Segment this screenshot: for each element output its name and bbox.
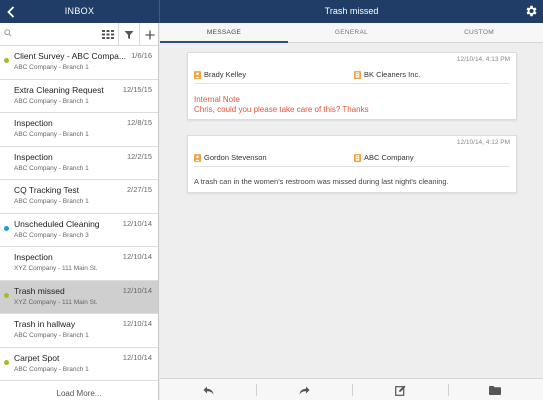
item-title: Carpet Spot xyxy=(14,352,60,363)
list-item[interactable]: Client Survey - ABC Compa... 1/6/16 ABC … xyxy=(0,46,158,80)
item-subtitle: ABC Company - Branch 1 xyxy=(14,131,89,138)
folder-button[interactable] xyxy=(447,379,543,400)
item-subtitle: ABC Company - Branch 1 xyxy=(14,64,89,71)
filter-icon xyxy=(124,30,134,39)
message-sender[interactable]: Brady Kelley xyxy=(194,70,246,79)
message-company[interactable]: ABC Company xyxy=(354,153,414,162)
list-item[interactable]: Extra Cleaning Request 12/15/15 ABC Comp… xyxy=(0,79,158,113)
item-date: 12/8/15 xyxy=(126,118,152,127)
list-item[interactable]: Trash in hallway 12/10/14 ABC Company - … xyxy=(0,314,158,348)
item-title: Extra Cleaning Request xyxy=(14,84,104,95)
person-icon xyxy=(194,70,201,79)
company-name: ABC Company xyxy=(364,153,414,162)
app-window: INBOX Trash missed Client Survey - ABC C… xyxy=(0,0,543,400)
message-timestamp: 12/10/14, 4:12 PM xyxy=(456,139,510,146)
top-bar: INBOX Trash missed xyxy=(0,0,543,23)
message-body: A trash can in the women's restroom was … xyxy=(194,177,449,186)
detail-tabs: MESSAGE GENERAL CUSTOM xyxy=(160,23,543,43)
reply-icon xyxy=(203,386,213,394)
tab-message[interactable]: MESSAGE xyxy=(160,23,288,43)
search-toolbar xyxy=(0,23,158,46)
unread-dot xyxy=(4,359,9,365)
search-input[interactable] xyxy=(14,26,94,43)
load-more-link[interactable]: Load More... xyxy=(0,381,158,400)
list-item[interactable]: Inspection 12/10/14 XYZ Company - 111 Ma… xyxy=(0,247,158,281)
item-title: Client Survey - ABC Compa... xyxy=(14,51,126,61)
message-company[interactable]: BK Cleaners Inc. xyxy=(354,70,420,79)
forward-icon xyxy=(299,386,309,394)
action-bar xyxy=(160,378,543,400)
unread-dot xyxy=(4,225,9,231)
item-subtitle: ABC Company - Branch 1 xyxy=(14,332,89,339)
item-title: Trash missed xyxy=(14,285,65,296)
item-title: Unscheduled Cleaning xyxy=(14,218,100,229)
item-date: 12/10/14 xyxy=(122,285,152,295)
grid-view-icon xyxy=(101,30,114,39)
inbox-sidebar: Client Survey - ABC Compa... 1/6/16 ABC … xyxy=(0,23,159,400)
gear-icon[interactable] xyxy=(524,4,538,18)
building-icon xyxy=(354,153,361,162)
search-icon xyxy=(4,29,12,37)
unread-dot xyxy=(4,58,9,63)
tab-general[interactable]: GENERAL xyxy=(288,23,415,43)
item-date: 12/10/14 xyxy=(122,218,152,228)
card-divider xyxy=(194,166,510,167)
unread-dot xyxy=(4,292,9,298)
edit-icon xyxy=(394,385,405,396)
add-icon xyxy=(145,30,155,39)
list-item[interactable]: CQ Tracking Test 2/27/15 ABC Company - B… xyxy=(0,180,158,214)
company-name: BK Cleaners Inc. xyxy=(364,70,421,79)
item-title: Inspection xyxy=(14,151,53,162)
sender-name: Brady Kelley xyxy=(204,70,247,79)
internal-note-label: Internal Note xyxy=(194,95,240,104)
item-subtitle: ABC Company - Branch 1 xyxy=(14,198,89,205)
tab-custom[interactable]: CUSTOM xyxy=(415,23,543,43)
sender-name: Gordon Stevenson xyxy=(204,153,267,162)
list-item-selected[interactable]: Trash missed 12/10/14 XYZ Company - 111 … xyxy=(0,280,158,314)
item-subtitle: ABC Company - Branch 1 xyxy=(14,164,89,172)
folder-icon xyxy=(489,385,501,395)
grid-view-button[interactable] xyxy=(97,23,118,46)
item-date: 12/15/15 xyxy=(122,84,152,94)
item-date: 12/10/14 xyxy=(122,352,152,362)
item-subtitle: ABC Company - Branch 1 xyxy=(14,365,89,373)
item-subtitle: ABC Company - Branch 3 xyxy=(14,231,89,239)
message-timestamp: 12/10/14, 4:13 PM xyxy=(456,56,510,63)
item-date: 12/10/14 xyxy=(122,319,152,328)
active-tab-indicator xyxy=(160,41,288,43)
inbox-list: Client Survey - ABC Compa... 1/6/16 ABC … xyxy=(0,46,158,381)
card-divider xyxy=(194,83,510,84)
list-item[interactable]: Inspection 12/2/15 ABC Company - Branch … xyxy=(0,146,158,180)
list-item[interactable]: Unscheduled Cleaning 12/10/14 ABC Compan… xyxy=(0,213,158,247)
message-card: 12/10/14, 4:12 PM Gordon Stevenson ABC C… xyxy=(187,135,517,193)
filter-button[interactable] xyxy=(118,23,139,46)
item-title: Inspection xyxy=(14,252,53,262)
building-icon xyxy=(354,70,361,79)
item-title: Inspection xyxy=(14,118,53,128)
reply-button[interactable] xyxy=(160,379,256,400)
message-title: Trash missed xyxy=(324,6,379,16)
inbox-title: INBOX xyxy=(64,6,95,16)
item-date: 12/2/15 xyxy=(126,151,152,161)
item-date: 2/27/15 xyxy=(126,185,152,194)
item-subtitle: ABC Company - Branch 1 xyxy=(14,97,89,105)
list-item[interactable]: Carpet Spot 12/10/14 ABC Company - Branc… xyxy=(0,347,158,381)
edit-button[interactable] xyxy=(352,379,448,400)
item-title: Trash in hallway xyxy=(14,319,76,329)
person-icon xyxy=(194,153,201,162)
message-sender[interactable]: Gordon Stevenson xyxy=(194,153,267,162)
item-title: CQ Tracking Test xyxy=(14,185,80,195)
message-detail: MESSAGE GENERAL CUSTOM 12/10/14, 4:13 PM… xyxy=(160,23,543,400)
item-date: 1/6/16 xyxy=(131,51,152,60)
message-card: 12/10/14, 4:13 PM Brady Kelley BK Cleane… xyxy=(187,52,517,120)
add-button[interactable] xyxy=(139,23,160,46)
message-body: Chris, could you please take care of thi… xyxy=(194,105,369,114)
item-subtitle: XYZ Company - 111 Main St. xyxy=(14,298,98,306)
item-subtitle: XYZ Company - 111 Main St. xyxy=(14,265,98,272)
forward-button[interactable] xyxy=(256,379,352,400)
item-date: 12/10/14 xyxy=(122,252,152,261)
list-item[interactable]: Inspection 12/8/15 ABC Company - Branch … xyxy=(0,113,158,147)
